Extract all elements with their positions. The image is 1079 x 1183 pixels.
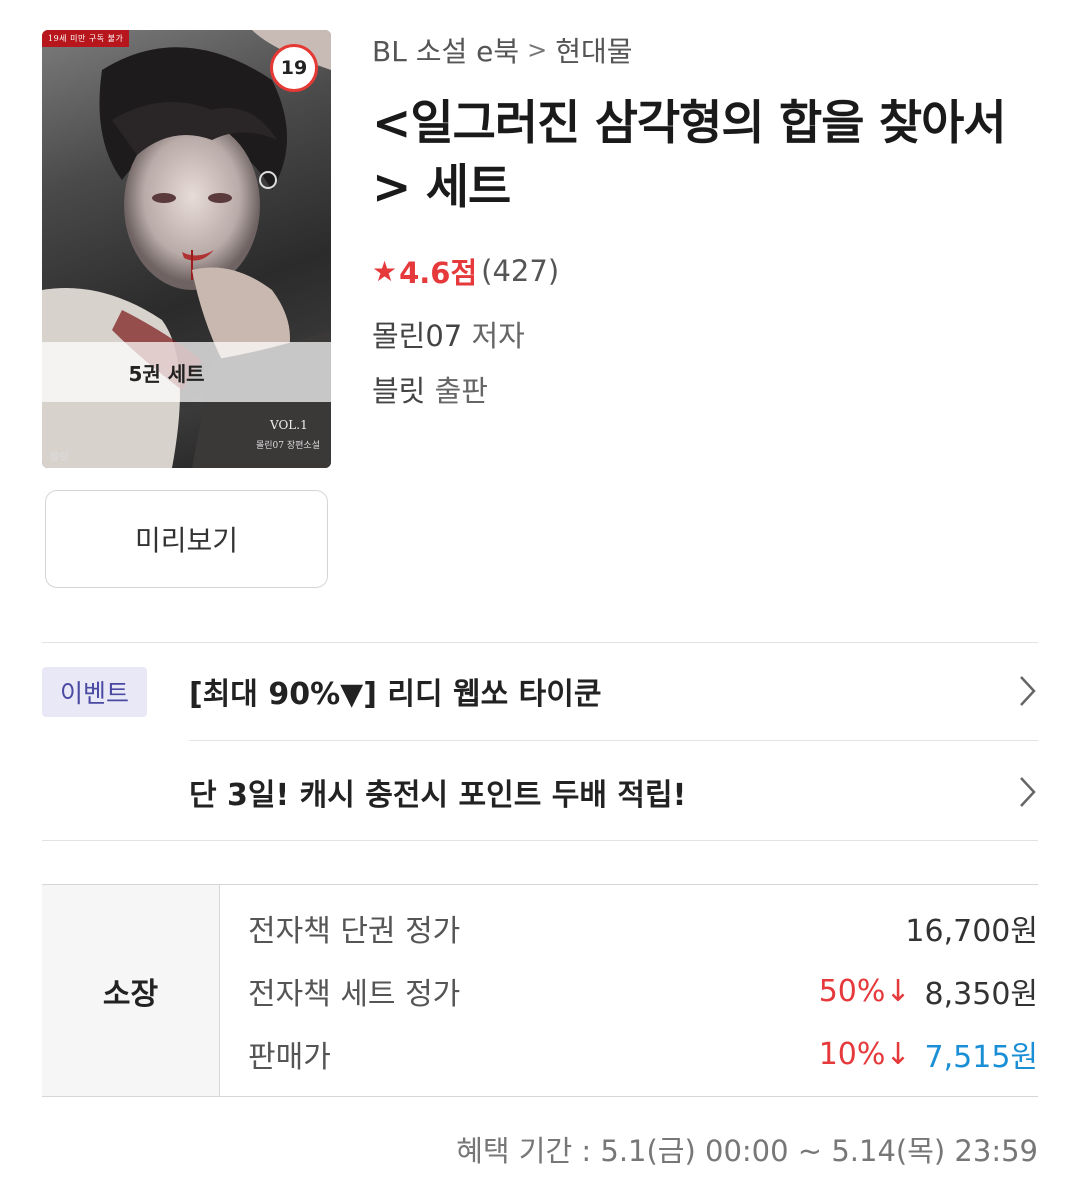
final-price: 7,515원	[924, 1040, 1038, 1075]
divider	[42, 840, 1038, 841]
price-value-group: 50%↓ 8,350원	[819, 969, 1038, 1013]
book-cover[interactable]: 19세 미만 구독 불가 19 5권 세트 VOL.1 몰린07 장편소설 블릿	[42, 30, 331, 468]
breadcrumb-separator-icon: >	[527, 36, 548, 64]
event-item-label: [최대 90%▼] 리디 웹쏘 타이쿤	[189, 677, 602, 712]
cover-illustration	[42, 30, 331, 468]
age-19-badge: 19	[270, 44, 318, 92]
breadcrumb: BL 소설 e북 > 현대물	[372, 30, 633, 70]
price-label: 전자책 세트 정가	[248, 977, 461, 1012]
chevron-right-icon	[1018, 674, 1038, 708]
price-value: 16,700원	[905, 914, 1038, 949]
breadcrumb-category[interactable]: BL 소설 e북	[372, 30, 519, 70]
price-value-group: 16,700원	[905, 906, 1038, 950]
rating-count: (427)	[481, 254, 560, 288]
discount-rate: 10%↓	[818, 1036, 911, 1072]
author-role: 저자	[471, 319, 525, 353]
price-value-group: 10%↓ 7,515원	[819, 1032, 1038, 1076]
price-row-single-list: 전자책 단권 정가 16,700원	[248, 903, 1038, 953]
event-item-1[interactable]: [최대 90%▼] 리디 웹쏘 타이쿤	[189, 661, 1038, 721]
book-title: <일그러진 삼각형의 합을 찾아서> 세트	[372, 96, 1007, 215]
price-label: 전자책 단권 정가	[248, 914, 461, 949]
age-restriction-banner: 19세 미만 구독 불가	[42, 30, 130, 47]
set-count-label: 5권 세트	[128, 361, 205, 386]
divider	[189, 740, 1038, 741]
publisher-line: 블릿 출판	[372, 368, 488, 410]
event-item-2[interactable]: 단 3일! 캐시 충전시 포인트 두배 적립!	[189, 762, 1038, 822]
chevron-right-icon	[1018, 775, 1038, 809]
discount-rate: 50%↓	[818, 973, 911, 1009]
cover-author: 몰린07 장편소설	[256, 441, 320, 451]
rating[interactable]: ★ 4.6점 (427)	[372, 250, 559, 292]
star-icon: ★	[372, 254, 398, 288]
publisher-role: 출판	[434, 374, 488, 408]
price-row-set-list: 전자책 세트 정가 50%↓ 8,350원	[248, 966, 1038, 1016]
cover-publisher-logo: 블릿	[50, 452, 69, 463]
rating-score: 4.6점	[399, 256, 478, 290]
price-row-sale: 판매가 10%↓ 7,515원	[248, 1029, 1038, 1079]
preview-button[interactable]: 미리보기	[45, 490, 328, 588]
breadcrumb-subcategory[interactable]: 현대물	[555, 30, 632, 70]
author-line: 몰린07 저자	[372, 313, 525, 355]
price-label: 판매가	[248, 1040, 331, 1075]
set-band: 5권 세트	[42, 342, 331, 402]
benefit-period: 혜택 기간 : 5.1(금) 00:00 ~ 5.14(목) 23:59	[456, 1134, 1038, 1168]
divider	[42, 642, 1038, 643]
publisher-name[interactable]: 블릿	[372, 374, 425, 408]
price-table: 소장 전자책 단권 정가 16,700원 전자책 세트 정가 50%↓ 8,35…	[42, 884, 1038, 1097]
author-name[interactable]: 몰린07	[372, 319, 462, 353]
event-item-label: 단 3일! 캐시 충전시 포인트 두배 적립!	[189, 778, 687, 813]
cover-volume: VOL.1	[270, 418, 308, 432]
price-value: 8,350원	[924, 977, 1038, 1012]
event-tag: 이벤트	[42, 667, 147, 717]
price-type-header: 소장	[42, 885, 220, 1096]
